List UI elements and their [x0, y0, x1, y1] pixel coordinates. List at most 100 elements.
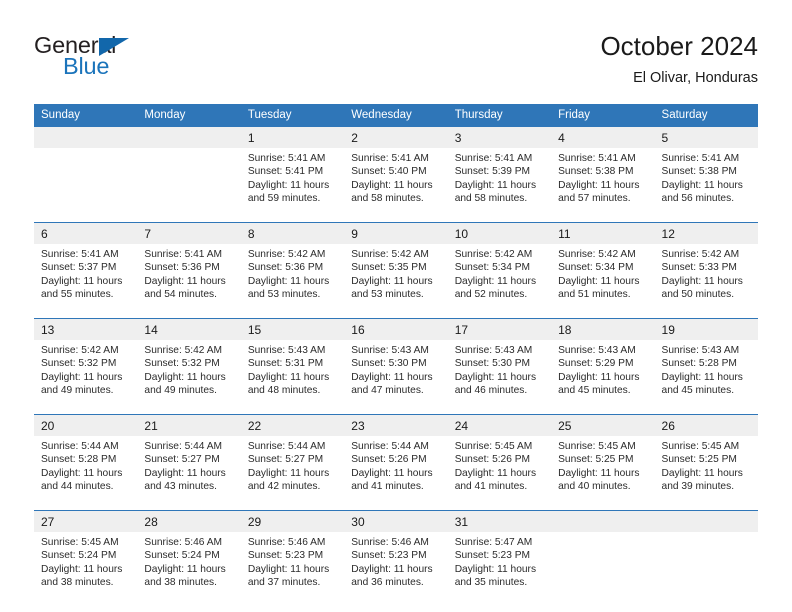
daylight-text-1: Daylight: 11 hours	[247, 563, 330, 575]
weekday-header-saturday: Saturday	[654, 104, 758, 127]
day-number[interactable]: 8	[240, 222, 345, 244]
sunrise-text: Sunrise: 5:42 AM	[41, 345, 119, 356]
daylight-text-1: Daylight: 11 hours	[661, 467, 743, 479]
daylight-text-2: and 44 minutes.	[41, 481, 114, 493]
day-number[interactable]: 16	[344, 318, 448, 340]
daylight-text-2: and 39 minutes.	[661, 481, 735, 493]
daylight-text-2: and 55 minutes.	[41, 289, 114, 301]
sunrise-text: Sunrise: 5:46 AM	[351, 537, 429, 548]
day-number[interactable]: 9	[344, 222, 448, 244]
week-5-daynum-row: 27 28 29 30 31	[34, 510, 758, 532]
day-number[interactable]: 19	[654, 318, 758, 340]
week-2-info-row: Sunrise: 5:41 AM Sunset: 5:37 PM Dayligh…	[34, 244, 758, 319]
page-header: General Blue October 2024 El Olivar, Hon…	[0, 0, 792, 100]
sunset-text: Sunset: 5:41 PM	[247, 166, 324, 178]
sunrise-text: Sunrise: 5:46 AM	[247, 537, 326, 548]
day-number[interactable]: 7	[137, 222, 241, 244]
sunset-text: Sunset: 5:40 PM	[351, 166, 427, 178]
day-number[interactable]: 15	[240, 318, 345, 340]
day-number[interactable]: 11	[551, 222, 655, 244]
weekday-header-wednesday: Wednesday	[344, 104, 448, 127]
daylight-text-2: and 52 minutes.	[454, 289, 528, 301]
day-cell: Sunrise: 5:44 AM Sunset: 5:28 PM Dayligh…	[34, 436, 138, 511]
day-number[interactable]: 31	[447, 510, 552, 532]
daylight-text-2: and 49 minutes.	[41, 385, 114, 397]
day-number[interactable]: 30	[344, 510, 448, 532]
sunrise-text: Sunrise: 5:43 AM	[454, 345, 533, 356]
day-number	[34, 127, 138, 148]
daylight-text-1: Daylight: 11 hours	[558, 371, 640, 383]
sunset-text: Sunset: 5:35 PM	[351, 262, 427, 274]
sunrise-text: Sunrise: 5:42 AM	[661, 249, 740, 260]
sunrise-text: Sunrise: 5:42 AM	[454, 249, 533, 260]
week-5-info-row: Sunrise: 5:45 AM Sunset: 5:24 PM Dayligh…	[34, 532, 758, 606]
day-number[interactable]: 21	[137, 414, 241, 436]
day-number[interactable]: 4	[551, 127, 655, 148]
sunrise-text: Sunrise: 5:42 AM	[144, 345, 223, 356]
sunset-text: Sunset: 5:31 PM	[247, 358, 324, 370]
day-number[interactable]: 12	[654, 222, 758, 244]
day-cell-empty	[654, 532, 758, 606]
daylight-text-1: Daylight: 11 hours	[661, 371, 743, 383]
day-number[interactable]: 10	[447, 222, 552, 244]
sunset-text: Sunset: 5:38 PM	[661, 166, 737, 178]
day-number[interactable]: 1	[240, 127, 345, 148]
daylight-text-1: Daylight: 11 hours	[41, 467, 123, 479]
daylight-text-2: and 38 minutes.	[144, 577, 217, 589]
daylight-text-2: and 37 minutes.	[247, 577, 321, 589]
daylight-text-1: Daylight: 11 hours	[247, 179, 330, 191]
week-1-info-row: Sunrise: 5:41 AM Sunset: 5:41 PM Dayligh…	[34, 148, 758, 223]
day-number[interactable]: 28	[137, 510, 241, 532]
page-title: October 2024	[600, 31, 758, 61]
day-number[interactable]: 3	[447, 127, 552, 148]
day-cell: Sunrise: 5:42 AM Sunset: 5:36 PM Dayligh…	[240, 244, 345, 319]
week-4-daynum-row: 20 21 22 23 24 25 26	[34, 414, 758, 436]
day-number[interactable]: 22	[240, 414, 345, 436]
sunrise-text: Sunrise: 5:44 AM	[41, 441, 119, 452]
sunset-text: Sunset: 5:26 PM	[454, 454, 531, 466]
sunset-text: Sunset: 5:26 PM	[351, 454, 427, 466]
daylight-text-2: and 58 minutes.	[351, 193, 424, 205]
day-number[interactable]: 18	[551, 318, 655, 340]
calendar-header-row: Sunday Monday Tuesday Wednesday Thursday…	[34, 104, 758, 127]
daylight-text-2: and 59 minutes.	[247, 193, 321, 205]
day-number[interactable]: 23	[344, 414, 448, 436]
day-number[interactable]: 2	[344, 127, 448, 148]
sunrise-text: Sunrise: 5:44 AM	[351, 441, 429, 452]
day-number[interactable]: 26	[654, 414, 758, 436]
daylight-text-2: and 47 minutes.	[351, 385, 424, 397]
day-number[interactable]: 25	[551, 414, 655, 436]
general-blue-logo[interactable]: General Blue	[34, 33, 234, 88]
day-number[interactable]: 20	[34, 414, 138, 436]
daylight-text-1: Daylight: 11 hours	[144, 371, 226, 383]
day-number[interactable]: 24	[447, 414, 552, 436]
daylight-text-2: and 46 minutes.	[454, 385, 528, 397]
day-cell: Sunrise: 5:43 AM Sunset: 5:29 PM Dayligh…	[551, 340, 655, 415]
daylight-text-1: Daylight: 11 hours	[454, 371, 537, 383]
sunset-text: Sunset: 5:39 PM	[454, 166, 531, 178]
daylight-text-2: and 58 minutes.	[454, 193, 528, 205]
page-subtitle: El Olivar, Honduras	[633, 70, 758, 86]
day-cell: Sunrise: 5:45 AM Sunset: 5:25 PM Dayligh…	[654, 436, 758, 511]
daylight-text-1: Daylight: 11 hours	[144, 563, 226, 575]
week-4-info-row: Sunrise: 5:44 AM Sunset: 5:28 PM Dayligh…	[34, 436, 758, 511]
day-number[interactable]: 27	[34, 510, 138, 532]
sunset-text: Sunset: 5:25 PM	[558, 454, 634, 466]
day-number[interactable]: 17	[447, 318, 552, 340]
daylight-text-2: and 53 minutes.	[247, 289, 321, 301]
sunset-text: Sunset: 5:24 PM	[41, 550, 117, 562]
sunrise-text: Sunrise: 5:42 AM	[558, 249, 636, 260]
calendar-page: General Blue October 2024 El Olivar, Hon…	[0, 0, 792, 612]
sunrise-text: Sunrise: 5:41 AM	[558, 153, 636, 164]
day-number[interactable]: 29	[240, 510, 345, 532]
daylight-text-2: and 50 minutes.	[661, 289, 735, 301]
day-number[interactable]: 5	[654, 127, 758, 148]
daylight-text-1: Daylight: 11 hours	[41, 275, 123, 287]
day-number[interactable]: 13	[34, 318, 138, 340]
day-number[interactable]: 14	[137, 318, 241, 340]
day-number[interactable]: 6	[34, 222, 138, 244]
sunset-text: Sunset: 5:30 PM	[351, 358, 427, 370]
weekday-header-monday: Monday	[137, 104, 241, 127]
day-cell: Sunrise: 5:44 AM Sunset: 5:27 PM Dayligh…	[137, 436, 241, 511]
sunset-text: Sunset: 5:24 PM	[144, 550, 220, 562]
